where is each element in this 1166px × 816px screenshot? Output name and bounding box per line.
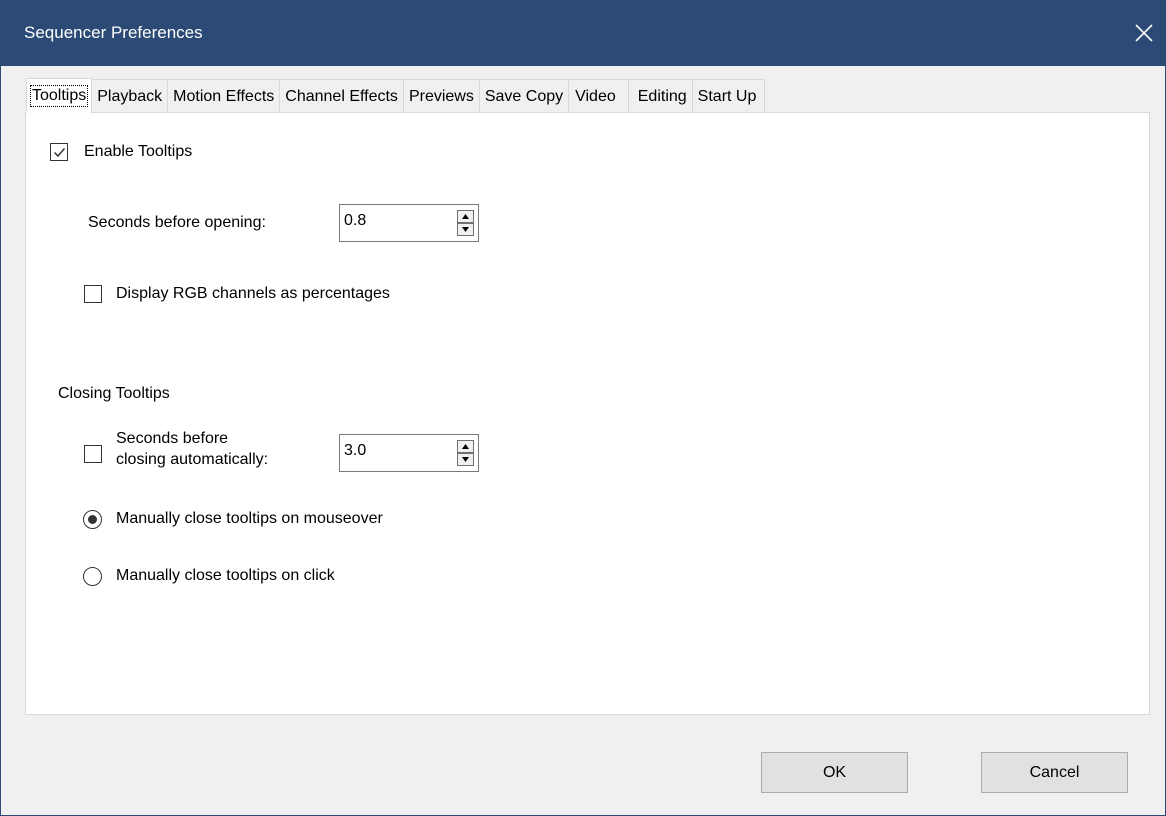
auto-close-spinbox[interactable]: 3.0 bbox=[339, 434, 479, 472]
tab-start-up[interactable]: Start Up bbox=[691, 79, 766, 113]
tab-strip: Tooltips Playback Motion Effects Channel… bbox=[26, 78, 766, 113]
tab-save-copy[interactable]: Save Copy bbox=[478, 79, 570, 113]
closing-tooltips-heading: Closing Tooltips bbox=[58, 385, 170, 402]
arrow-up-icon bbox=[462, 444, 469, 449]
tab-editing[interactable]: Editing bbox=[627, 79, 693, 113]
radio-selected-dot bbox=[88, 515, 97, 524]
tab-label: Channel Effects bbox=[285, 87, 398, 105]
tab-label: Previews bbox=[408, 87, 474, 105]
enable-tooltips-checkbox[interactable] bbox=[50, 143, 68, 161]
tab-motion-effects[interactable]: Motion Effects bbox=[167, 79, 281, 113]
tab-label: Start Up bbox=[697, 87, 757, 105]
rgb-percentages-checkbox[interactable] bbox=[84, 285, 102, 303]
tab-label: Video bbox=[575, 87, 616, 105]
tab-label: Save Copy bbox=[484, 87, 564, 105]
preferences-dialog: Sequencer Preferences Tooltips Playback … bbox=[0, 0, 1166, 816]
ok-button[interactable]: OK bbox=[761, 752, 908, 793]
spin-up-button[interactable] bbox=[457, 440, 474, 453]
close-icon bbox=[1135, 24, 1153, 42]
spin-up-button[interactable] bbox=[457, 210, 474, 223]
rgb-percentages-label: Display RGB channels as percentages bbox=[116, 285, 390, 302]
open-delay-value[interactable]: 0.8 bbox=[344, 212, 366, 230]
auto-close-label-line2: closing automatically: bbox=[116, 451, 269, 468]
arrow-down-icon bbox=[462, 227, 469, 232]
tab-video[interactable]: Video bbox=[568, 79, 629, 113]
tab-label: Tooltips bbox=[29, 85, 89, 107]
close-on-click-label: Manually close tooltips on click bbox=[116, 567, 335, 584]
close-on-click-radio[interactable] bbox=[83, 567, 102, 586]
open-delay-label: Seconds before opening: bbox=[88, 214, 266, 231]
window-title: Sequencer Preferences bbox=[24, 23, 203, 42]
tab-playback[interactable]: Playback bbox=[91, 79, 169, 113]
spin-arrows bbox=[457, 210, 474, 236]
enable-tooltips-label: Enable Tooltips bbox=[84, 143, 193, 160]
tab-previews[interactable]: Previews bbox=[402, 79, 480, 113]
close-on-mouseover-radio[interactable] bbox=[83, 510, 102, 529]
auto-close-checkbox[interactable] bbox=[84, 445, 102, 463]
tab-tooltips[interactable]: Tooltips bbox=[26, 78, 93, 113]
tooltips-panel: Enable Tooltips Seconds before opening: … bbox=[25, 112, 1150, 715]
tab-label: Playback bbox=[97, 87, 163, 105]
checkmark-icon bbox=[53, 148, 66, 158]
spin-down-button[interactable] bbox=[457, 223, 474, 236]
close-on-mouseover-label: Manually close tooltips on mouseover bbox=[116, 510, 383, 527]
open-delay-spinbox[interactable]: 0.8 bbox=[339, 204, 479, 242]
spin-down-button[interactable] bbox=[457, 453, 474, 466]
title-bar: Sequencer Preferences bbox=[1, 0, 1166, 66]
arrow-up-icon bbox=[462, 214, 469, 219]
tab-channel-effects[interactable]: Channel Effects bbox=[279, 79, 404, 113]
close-button[interactable] bbox=[1121, 0, 1166, 66]
tab-label: Editing bbox=[637, 87, 687, 105]
arrow-down-icon bbox=[462, 457, 469, 462]
cancel-button[interactable]: Cancel bbox=[981, 752, 1128, 793]
auto-close-value[interactable]: 3.0 bbox=[344, 442, 366, 460]
spin-arrows bbox=[457, 440, 474, 466]
tab-label: Motion Effects bbox=[173, 87, 275, 105]
auto-close-label-line1: Seconds before bbox=[116, 430, 229, 447]
